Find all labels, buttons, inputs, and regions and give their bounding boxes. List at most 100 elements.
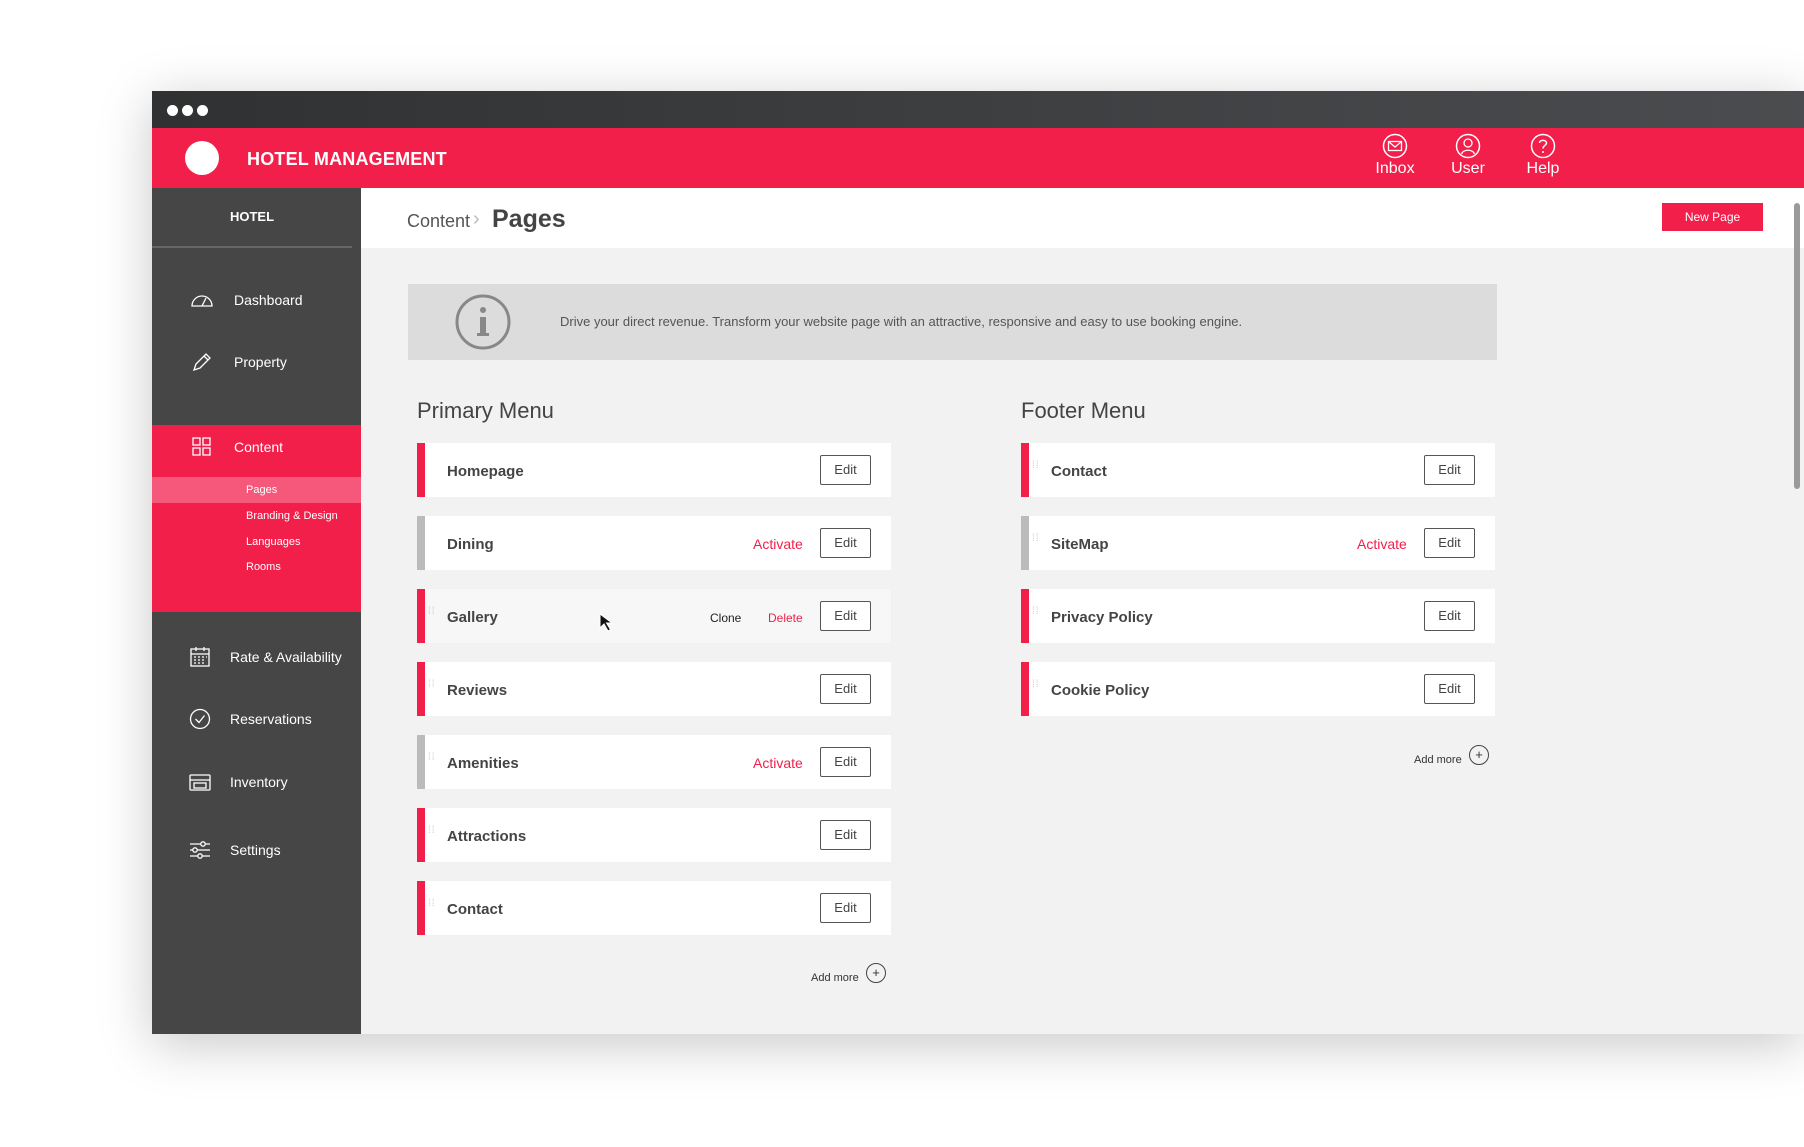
logo[interactable] <box>185 141 219 175</box>
sidebar-item-label: Rate & Availability <box>230 649 342 665</box>
sidebar-item-inventory[interactable]: Inventory <box>152 760 361 804</box>
subitem-label: Rooms <box>246 561 281 573</box>
inbox-button[interactable]: Inbox <box>1365 133 1425 178</box>
primary-row-reviews[interactable]: ⁞⁞ Reviews Edit <box>417 662 891 716</box>
help-button[interactable]: Help <box>1513 133 1573 178</box>
sidebar-content-group: Content Pages Branding & Design Language… <box>152 425 361 612</box>
row-name: Gallery <box>447 609 498 626</box>
edit-button[interactable]: Edit <box>1424 455 1475 485</box>
subitem-label: Pages <box>246 484 278 496</box>
row-name: Contact <box>447 901 503 918</box>
help-icon <box>1530 133 1556 159</box>
grid-icon <box>192 437 211 456</box>
drag-handle-icon[interactable]: ⁞⁞ <box>428 899 436 915</box>
primary-row-dining[interactable]: Dining Activate Edit <box>417 516 891 570</box>
window-minimize-dot[interactable] <box>182 105 193 116</box>
info-banner: Drive your direct revenue. Transform you… <box>408 284 1497 360</box>
row-name: Privacy Policy <box>1051 609 1153 626</box>
active-indicator <box>417 589 425 643</box>
sidebar-item-label: Property <box>234 354 287 370</box>
activate-link[interactable]: Activate <box>1357 536 1407 552</box>
sidebar-subitem-rooms[interactable]: Rooms <box>152 554 361 580</box>
edit-button[interactable]: Edit <box>820 893 871 923</box>
primary-row-homepage[interactable]: Homepage Edit <box>417 443 891 497</box>
row-name: SiteMap <box>1051 536 1109 553</box>
row-name: Cookie Policy <box>1051 682 1150 699</box>
sidebar-item-rate-availability[interactable]: Rate & Availability <box>152 635 361 679</box>
edit-button[interactable]: Edit <box>820 455 871 485</box>
inbox-label: Inbox <box>1375 160 1415 177</box>
drag-handle-icon[interactable]: ⁞⁞ <box>1032 607 1040 623</box>
window-close-dot[interactable] <box>167 105 178 116</box>
sidebar-item-label: Inventory <box>230 774 288 790</box>
footer-row-contact[interactable]: ⁞⁞ Contact Edit <box>1021 443 1495 497</box>
sidebar-item-content[interactable]: Content <box>152 425 361 469</box>
row-name: Amenities <box>447 755 519 772</box>
edit-button[interactable]: Edit <box>820 601 871 631</box>
add-more-label: Add more <box>811 972 859 984</box>
sidebar-item-property[interactable]: Property <box>152 340 361 384</box>
drag-handle-icon[interactable]: ⁞⁞ <box>428 607 436 623</box>
sidebar-item-dashboard[interactable]: Dashboard <box>152 278 361 322</box>
pencil-icon <box>192 353 211 372</box>
sidebar-item-label: Content <box>234 439 284 455</box>
footer-add-more-button[interactable]: Add more + <box>1414 745 1489 766</box>
edit-button[interactable]: Edit <box>820 528 871 558</box>
edit-button[interactable]: Edit <box>1424 674 1475 704</box>
new-page-button[interactable]: New Page <box>1662 203 1763 231</box>
primary-row-amenities[interactable]: ⁞⁞ Amenities Activate Edit <box>417 735 891 789</box>
sidebar-subitem-languages[interactable]: Languages <box>152 529 361 555</box>
inactive-indicator <box>417 735 425 789</box>
scrollbar[interactable] <box>1794 203 1800 489</box>
sidebar-subitem-pages[interactable]: Pages <box>152 477 361 503</box>
edit-button[interactable]: Edit <box>1424 601 1475 631</box>
delete-link[interactable]: Delete <box>768 611 803 625</box>
row-name: Attractions <box>447 828 527 845</box>
drag-handle-icon[interactable]: ⁞⁞ <box>1032 534 1040 550</box>
add-more-label: Add more <box>1414 754 1462 766</box>
brand-title: HOTEL MANAGEMENT <box>247 149 447 169</box>
check-circle-icon <box>189 708 211 730</box>
window-zoom-dot[interactable] <box>197 105 208 116</box>
sidebar-item-reservations[interactable]: Reservations <box>152 697 361 741</box>
activate-link[interactable]: Activate <box>753 755 803 771</box>
primary-row-attractions[interactable]: ⁞⁞ Attractions Edit <box>417 808 891 862</box>
drag-handle-icon[interactable]: ⁞⁞ <box>428 753 436 769</box>
user-button[interactable]: User <box>1438 133 1498 178</box>
primary-row-contact[interactable]: ⁞⁞ Contact Edit <box>417 881 891 935</box>
breadcrumb[interactable]: Content <box>407 211 470 232</box>
drag-handle-icon[interactable]: ⁞⁞ <box>428 680 436 696</box>
active-indicator <box>417 443 425 497</box>
inactive-indicator <box>1021 516 1029 570</box>
edit-button[interactable]: Edit <box>820 820 871 850</box>
page-header: Content › Pages New Page <box>361 188 1804 248</box>
info-text: Drive your direct revenue. Transform you… <box>560 314 1243 329</box>
primary-add-more-button[interactable]: Add more + <box>811 963 886 984</box>
sidebar-subitem-branding-design[interactable]: Branding & Design <box>152 503 361 529</box>
primary-menu-title: Primary Menu <box>417 398 554 423</box>
footer-row-cookie-policy[interactable]: ⁞⁞ Cookie Policy Edit <box>1021 662 1495 716</box>
edit-button[interactable]: Edit <box>820 747 871 777</box>
drag-handle-icon[interactable]: ⁞⁞ <box>1032 461 1040 477</box>
subitem-label: Branding & Design <box>246 510 338 522</box>
edit-button[interactable]: Edit <box>1424 528 1475 558</box>
active-indicator <box>1021 662 1029 716</box>
sidebar-item-label: Settings <box>230 842 281 858</box>
edit-button[interactable]: Edit <box>820 674 871 704</box>
row-name: Reviews <box>447 682 508 699</box>
row-name: Contact <box>1051 463 1107 480</box>
sidebar-header: HOTEL <box>152 188 352 248</box>
footer-menu-title: Footer Menu <box>1021 398 1146 423</box>
footer-row-privacy-policy[interactable]: ⁞⁞ Privacy Policy Edit <box>1021 589 1495 643</box>
info-icon <box>455 294 511 350</box>
footer-row-sitemap[interactable]: ⁞⁞ SiteMap Activate Edit <box>1021 516 1495 570</box>
drag-handle-icon[interactable]: ⁞⁞ <box>428 826 436 842</box>
activate-link[interactable]: Activate <box>753 536 803 552</box>
sidebar-item-label: Reservations <box>230 711 312 727</box>
clone-link[interactable]: Clone <box>710 611 741 625</box>
subitem-label: Languages <box>246 536 301 548</box>
sidebar-item-settings[interactable]: Settings <box>152 828 361 872</box>
row-name: Dining <box>447 536 494 553</box>
primary-row-gallery[interactable]: ⁞⁞ Gallery Clone Delete Edit <box>417 589 891 643</box>
drag-handle-icon[interactable]: ⁞⁞ <box>1032 680 1040 696</box>
